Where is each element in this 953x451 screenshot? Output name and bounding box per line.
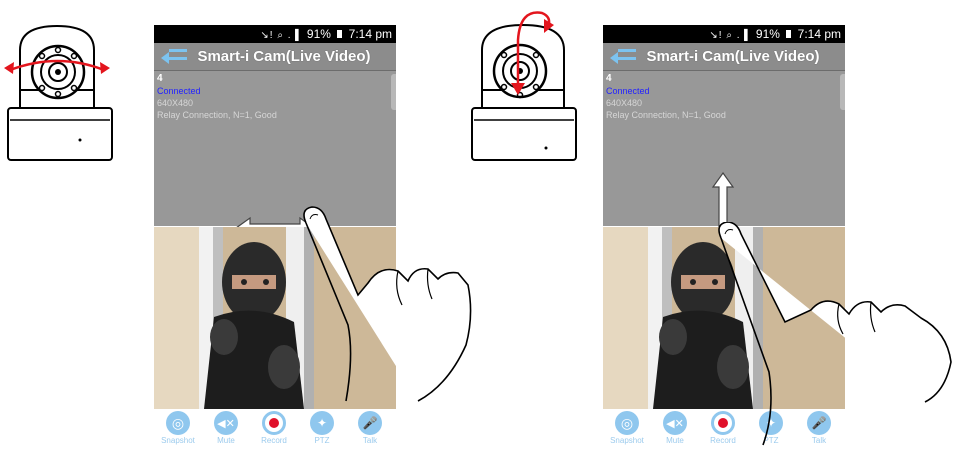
snapshot-label: Snapshot [610,436,644,445]
swipe-hand-icon [718,222,952,446]
title-bar: Smart-i Cam(Live Video) [154,43,396,71]
page-title: Smart-i Cam(Live Video) [646,48,820,65]
camera-pan-illustration [0,20,115,165]
ptz-camera-icon [471,11,577,161]
record-label: Record [261,436,287,445]
control-area[interactable]: 4 Connected 640X480 Relay Connection, N=… [154,71,396,240]
speaker-mute-icon: ◀✕ [214,411,238,435]
snapshot-button[interactable]: ◎ Snapshot [158,411,198,445]
battery-level: 91% [306,27,331,41]
ptz-icon: ✦ [310,411,334,435]
connection-info: 4 Connected 640X480 Relay Connection, N=… [606,73,726,121]
speaker-mute-icon: ◀✕ [663,411,687,435]
title-bar: Smart-i Cam(Live Video) [603,43,845,71]
bottom-toolbar: ◎ Snapshot ◀✕ Mute Record ✦ PTZ 🎤 Talk [154,411,396,445]
camera-tilt-illustration [468,5,583,165]
record-button[interactable]: Record [254,411,294,445]
snapshot-button[interactable]: ◎ Snapshot [607,411,647,445]
clock: 7:14 pm [348,27,392,41]
battery-icon [786,30,792,38]
battery-level: 91% [755,27,780,41]
talk-label: Talk [362,436,378,445]
swipe-hand-icon [303,206,472,402]
mute-button[interactable]: ◀✕ Mute [655,411,695,445]
channel-number: 4 [157,73,163,84]
resolution-text: 640X480 [157,98,194,108]
talk-button[interactable]: 🎤 Talk [350,411,390,445]
signal-icons: ↘! ⌕ .▐ [260,30,300,41]
control-area[interactable]: 4 Connected 640X480 Relay Connection, N=… [603,71,845,253]
ptz-button[interactable]: ✦ PTZ [302,411,342,445]
ptz-camera-icon [4,24,113,161]
camera-shutter-icon: ◎ [615,411,639,435]
mute-label: Mute [666,436,684,445]
ptz-label: PTZ [314,436,330,445]
scroll-handle[interactable] [391,74,396,110]
relay-text: Relay Connection, N=1, Good [157,110,277,120]
mute-button[interactable]: ◀✕ Mute [206,411,246,445]
mute-label: Mute [217,436,235,445]
connection-status: Connected [606,86,650,96]
connection-info: 4 Connected 640X480 Relay Connection, N=… [157,73,277,121]
connection-status: Connected [157,86,201,96]
clock: 7:14 pm [797,27,841,41]
signal-icons: ↘! ⌕ .▐ [709,30,749,41]
scroll-handle[interactable] [840,74,845,110]
microphone-icon: 🎤 [358,411,382,435]
battery-icon [337,30,343,38]
camera-shutter-icon: ◎ [166,411,190,435]
status-bar: ↘! ⌕ .▐ 91% 7:14 pm [603,25,845,43]
record-icon [262,411,286,435]
status-bar: ↘! ⌕ .▐ 91% 7:14 pm [154,25,396,43]
channel-number: 4 [606,73,612,84]
page-title: Smart-i Cam(Live Video) [197,48,371,65]
resolution-text: 640X480 [606,98,643,108]
snapshot-label: Snapshot [161,436,195,445]
relay-text: Relay Connection, N=1, Good [606,110,726,120]
